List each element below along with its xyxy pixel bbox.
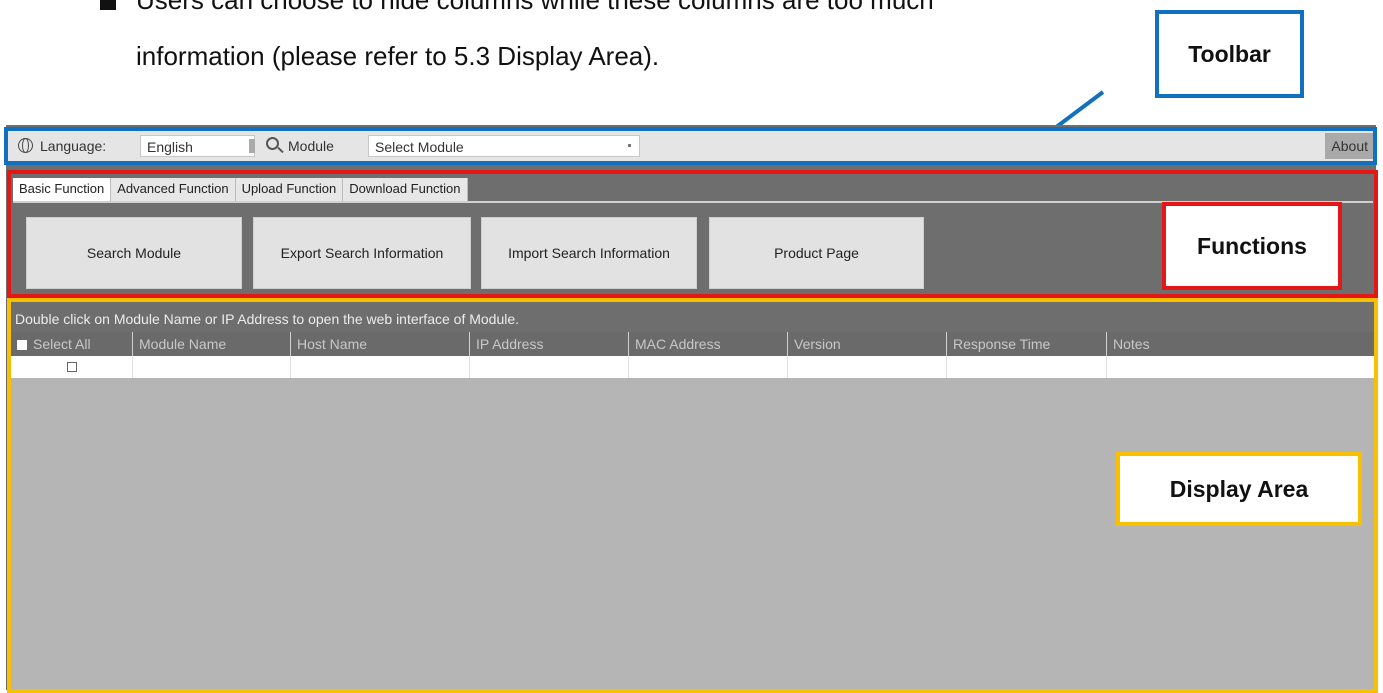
column-response-time[interactable]: Response Time [946,332,1106,356]
column-version[interactable]: Version [787,332,946,356]
table-cell[interactable] [1106,356,1374,378]
results-area [11,378,1374,690]
select-all-checkbox[interactable] [17,340,27,350]
table-cell[interactable] [946,356,1106,378]
tab-upload-function[interactable]: Upload Function [235,178,344,202]
column-module-name[interactable]: Module Name [132,332,290,356]
about-button[interactable]: About [1325,133,1374,159]
table-cell[interactable] [132,356,290,378]
bullet-mark [100,0,116,10]
table-cell[interactable] [787,356,946,378]
toolbar-callout: Toolbar [1155,10,1304,98]
display-area-callout: Display Area [1116,452,1362,526]
column-notes[interactable]: Notes [1106,332,1374,356]
module-label: Module [288,138,334,154]
column-ip-address[interactable]: IP Address [469,332,628,356]
search-module-button[interactable]: Search Module [26,217,242,289]
language-select[interactable]: English [140,135,255,157]
doc-line-1: Users can choose to hide columns while t… [136,0,934,15]
display-hint: Double click on Module Name or IP Addres… [11,306,1374,332]
dropdown-arrow-icon[interactable] [628,144,631,147]
tab-download-function[interactable]: Download Function [343,178,468,202]
column-mac-address[interactable]: MAC Address [628,332,787,356]
globe-icon [18,138,33,153]
functions-callout: Functions [1162,202,1342,290]
language-value: English [147,139,193,155]
column-select-all[interactable]: Select All [11,332,132,356]
tab-advanced-function[interactable]: Advanced Function [111,178,236,202]
tab-basic-function[interactable]: Basic Function [13,178,112,202]
chevron-down-icon[interactable] [249,139,255,153]
table-cell[interactable] [290,356,469,378]
select-all-label: Select All [33,336,91,352]
table-row[interactable] [11,356,1374,378]
table-header: Select All Module Name Host Name IP Addr… [11,332,1374,356]
function-tabs: Basic Function Advanced Function Upload … [13,178,468,202]
table-cell[interactable] [628,356,787,378]
doc-line-2: information (please refer to 5.3 Display… [136,41,660,71]
import-search-information-button[interactable]: Import Search Information [481,217,697,289]
row-checkbox[interactable] [66,362,77,372]
module-select[interactable]: Select Module [368,135,640,157]
toolbar: Language: English Module Select Module A… [8,131,1374,161]
table-cell[interactable] [469,356,628,378]
product-page-button[interactable]: Product Page [709,217,924,289]
column-host-name[interactable]: Host Name [290,332,469,356]
search-icon [266,137,279,150]
export-search-information-button[interactable]: Export Search Information [253,217,471,289]
module-value: Select Module [375,139,464,155]
language-label: Language: [40,138,107,154]
row-select-cell[interactable] [11,356,132,378]
